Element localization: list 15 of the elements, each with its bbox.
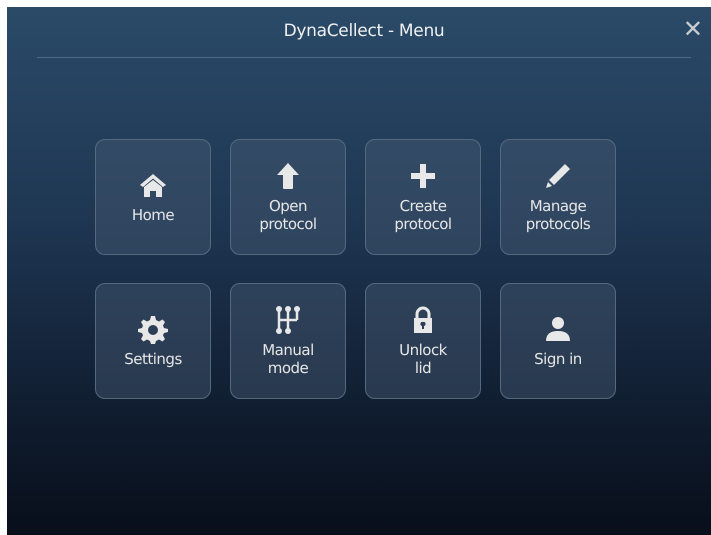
gear-shifter-icon: [273, 305, 303, 335]
user-icon: [543, 314, 573, 344]
menu-tile[interactable]: Create protocol: [365, 139, 481, 255]
close-button[interactable]: ✕: [682, 17, 703, 41]
window-title: DynaCellect - Menu: [284, 20, 444, 44]
pencil-icon: [543, 161, 573, 191]
settings-icon: [138, 314, 168, 344]
menu-tile[interactable]: Open protocol: [230, 139, 346, 255]
plus-icon: [408, 161, 438, 191]
menu-tile[interactable]: Manual mode: [230, 283, 346, 399]
menu-tile[interactable]: Sign in: [500, 283, 616, 399]
menu-tile[interactable]: Manage protocols: [500, 139, 616, 255]
menu-tile[interactable]: Unlock lid: [365, 283, 481, 399]
menu-tile[interactable]: Settings: [95, 283, 211, 399]
menu-tile[interactable]: Home: [95, 139, 211, 255]
